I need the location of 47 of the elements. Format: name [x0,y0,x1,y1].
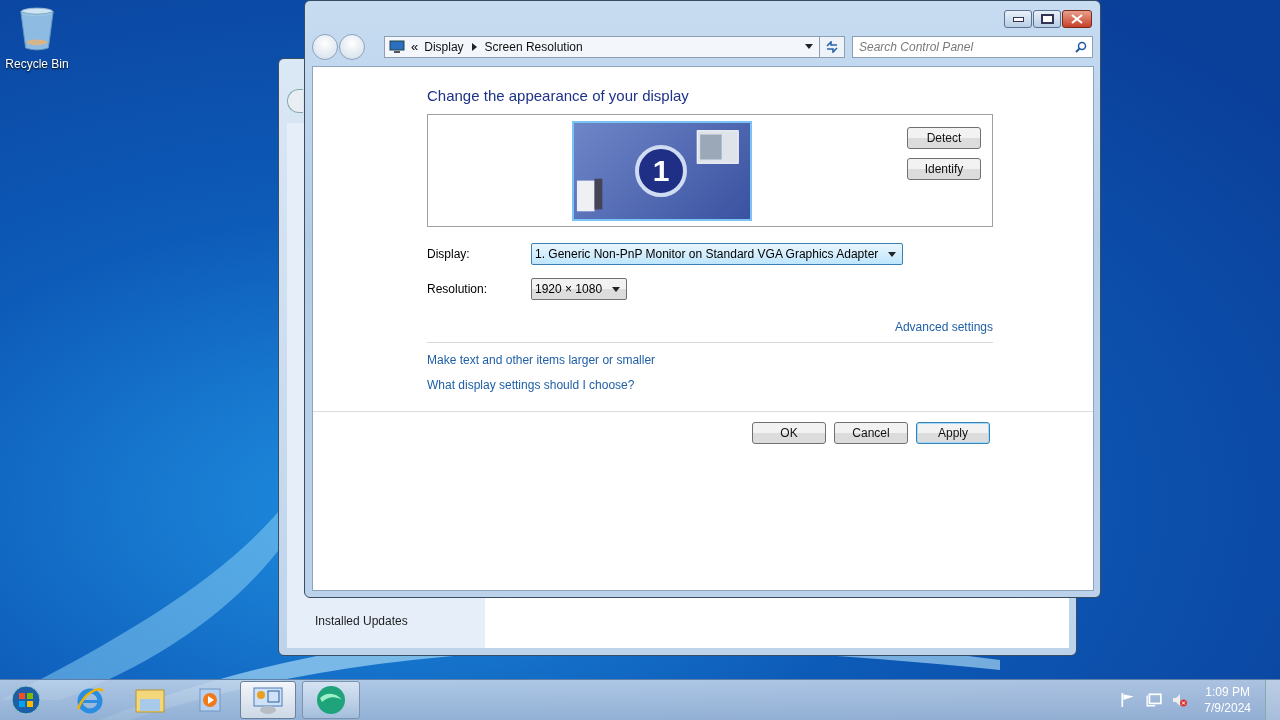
minimize-button[interactable] [1004,10,1032,28]
field-label: Resolution: [427,282,489,296]
dropdown-arrow-icon [888,251,897,257]
dropdown-arrow-icon [612,286,621,292]
start-orb-icon [11,685,41,715]
dialog-button[interactable]: Cancel [834,422,908,444]
speaker-muted-icon[interactable] [1172,692,1189,708]
monitor-thumbnail[interactable]: 1 [572,121,752,221]
back-button[interactable] [287,89,303,113]
page-heading: Change the appearance of your display [427,87,690,104]
dropdown-arrow-icon[interactable] [805,44,813,49]
dropdown[interactable]: 1920 × 1080 [531,278,628,300]
address-bar[interactable]: « Display Screen Resolution [384,35,820,58]
sidebar-link[interactable]: Installed Updates [315,614,485,628]
dialog-button[interactable]: OK [752,422,826,444]
dropdown[interactable]: 1. Generic Non-PnP Monitor on Standard VGA Graphics Adapter [531,243,904,265]
control-panel-icon [251,685,285,715]
close-button[interactable] [1062,10,1092,28]
taskbar-button[interactable] [302,681,360,719]
help-link[interactable]: Make text and other items larger or smaller [427,353,993,367]
field-label: Display: [427,247,471,261]
monitor-number: 1 [635,145,687,197]
refresh-icon [825,40,839,53]
back-button[interactable] [312,33,338,60]
media-player-icon [197,686,223,714]
search-icon[interactable] [1075,40,1087,53]
separator-arrow-icon [471,42,477,51]
breadcrumb-item[interactable]: Display [424,39,464,54]
dialog-button[interactable]: Apply [916,422,990,444]
monitor-icon [389,39,405,54]
help-link[interactable]: What display settings should I choose? [427,378,993,392]
refresh-button[interactable] [820,35,845,58]
action-button[interactable]: Detect [907,127,981,149]
globe-icon [314,684,348,716]
recycle-bin-icon[interactable] [18,6,56,52]
forward-button[interactable] [339,33,365,60]
close-icon [1071,14,1083,24]
desktop-icon-label[interactable]: Recycle Bin [5,57,69,71]
advanced-settings-link[interactable]: Advanced settings [894,320,993,334]
search-field[interactable]: Search Control Panel [852,35,1093,58]
browser-icon [75,685,105,715]
taskbar-button[interactable] [240,681,296,719]
network-icon[interactable] [1146,692,1163,708]
breadcrumb-item[interactable]: Screen Resolution [484,39,583,54]
chevron-icon[interactable]: « [411,39,419,54]
action-button[interactable]: Identify [907,158,981,180]
maximize-button[interactable] [1033,10,1061,28]
